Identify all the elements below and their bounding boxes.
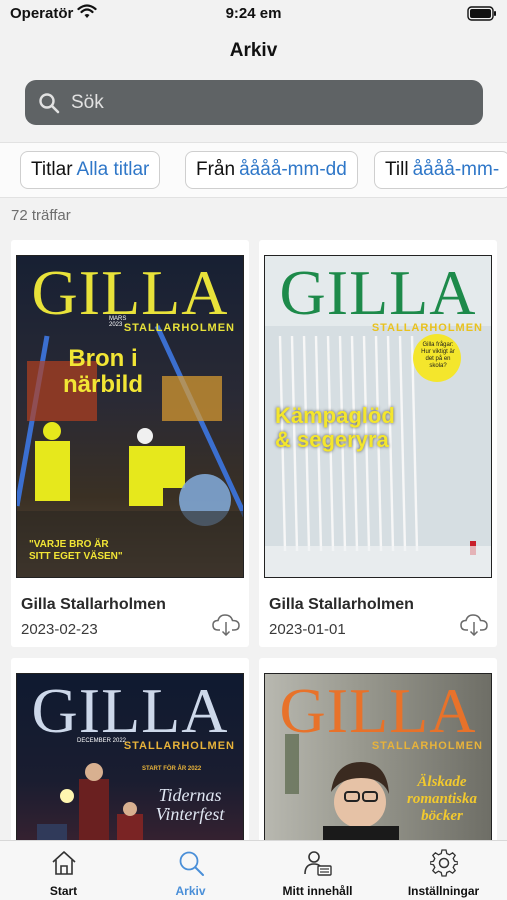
tab-label: Mitt innehåll xyxy=(282,884,353,898)
home-icon xyxy=(51,851,76,875)
person-content-icon xyxy=(303,851,332,876)
issue-card[interactable]: GILLA STALLARHOLMEN DECEMBER 2022 START … xyxy=(11,658,249,858)
issue-title: Gilla Stallarholmen xyxy=(21,596,166,613)
chip-label: Från xyxy=(196,159,236,180)
issue-cover[interactable]: GILLA STALLARHOLMEN Älskade romantiska b… xyxy=(264,673,492,853)
search-input[interactable]: Sök xyxy=(25,80,483,125)
page-title: Arkiv xyxy=(229,40,278,61)
tab-bar: Start Arkiv Mitt innehåll Inställningar xyxy=(0,840,507,900)
tab-installningar[interactable]: Inställningar xyxy=(380,841,507,900)
issue-cover[interactable]: GILLA STALLARHOLMEN MARS 2023 Bron i när… xyxy=(16,255,244,578)
issue-date: 2023-01-01 xyxy=(269,621,346,638)
issue-card[interactable]: GILLA STALLARHOLMEN MARS 2023 Bron i när… xyxy=(11,240,249,647)
chip-value: åååå-mm-dd xyxy=(239,159,347,180)
search-placeholder: Sök xyxy=(71,92,104,113)
chip-value: Alla titlar xyxy=(76,159,150,180)
cover-badge-text: Gilla frågar: Hur viktigt är det på en s… xyxy=(421,342,455,369)
cover-subtitle: STALLARHOLMEN xyxy=(123,322,235,334)
status-bar: Operatör 9:24 em xyxy=(0,0,507,30)
chip-value: åååå-mm- xyxy=(412,159,500,180)
to-date-chip[interactable]: Till åååå-mm- xyxy=(374,151,507,189)
battery-icon xyxy=(467,6,496,21)
tab-label: Inställningar xyxy=(407,884,480,898)
issue-date: 2023-02-23 xyxy=(21,621,98,638)
issue-title: Gilla Stallarholmen xyxy=(269,596,414,613)
issue-cover[interactable]: GILLA STALLARHOLMEN Kämpaglöd & segeryra… xyxy=(264,255,492,578)
cover-month: DECEMBER 2022 xyxy=(77,738,127,744)
tab-label: Arkiv xyxy=(175,884,206,898)
issue-card[interactable]: GILLA STALLARHOLMEN Kämpaglöd & segeryra… xyxy=(259,240,497,647)
cover-headline: Tidernas Vinterfest xyxy=(155,785,225,824)
cover-masthead: GILLA xyxy=(279,675,477,746)
filter-bar: Titlar Alla titlar Från åååå-mm-dd Till ååå… xyxy=(0,142,507,198)
tab-mitt-innehall[interactable]: Mitt innehåll xyxy=(254,841,381,900)
gear-icon xyxy=(429,849,458,877)
chip-label: Titlar xyxy=(31,159,73,180)
titles-filter-chip[interactable]: Titlar Alla titlar xyxy=(20,151,161,189)
chip-label: Till xyxy=(385,159,409,180)
download-cloud-icon[interactable] xyxy=(212,613,240,637)
download-cloud-icon[interactable] xyxy=(460,613,488,637)
cover-month: MARS 2023 xyxy=(109,316,127,328)
issue-card[interactable]: GILLA STALLARHOLMEN Älskade romantiska b… xyxy=(259,658,497,858)
cover-subtitle: STALLARHOLMEN xyxy=(123,740,235,752)
tab-arkiv[interactable]: Arkiv xyxy=(127,841,254,900)
tab-label: Start xyxy=(49,884,78,898)
cover-subtitle: STALLARHOLMEN xyxy=(371,740,483,752)
cover-masthead: GILLA xyxy=(31,675,229,746)
cover-headline: Bron i närbild xyxy=(62,345,143,398)
cover-kicker: START FÖR ÅR 2022 xyxy=(142,766,202,772)
from-date-chip[interactable]: Från åååå-mm-dd xyxy=(185,151,358,189)
issue-cover[interactable]: GILLA STALLARHOLMEN DECEMBER 2022 START … xyxy=(16,673,244,853)
search-icon xyxy=(39,93,60,114)
cover-subtitle: STALLARHOLMEN xyxy=(371,322,483,334)
result-count: 72 träffar xyxy=(11,207,71,224)
tab-start[interactable]: Start xyxy=(0,841,127,900)
cover-headline: Älskade romantiska böcker xyxy=(406,774,478,824)
clock: 9:24 em xyxy=(225,5,282,22)
search-icon xyxy=(179,851,204,876)
cover-tagline: "VARJE BRO ÄR SITT EGET VÄSEN" xyxy=(29,539,123,562)
cover-headline: Kämpaglöd & segeryra xyxy=(275,403,395,452)
cover-masthead: GILLA xyxy=(279,257,477,328)
